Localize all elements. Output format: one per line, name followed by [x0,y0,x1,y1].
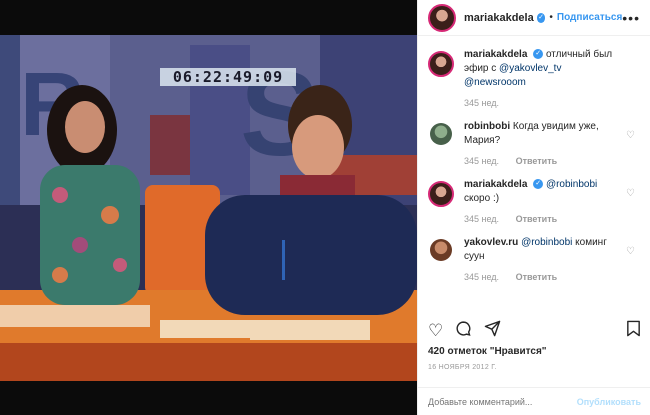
mention-link[interactable]: @robinbobi [546,179,597,190]
comment-item: yakovlev.ru @robinbobi коминг суун 345 н… [418,236,650,284]
comment-meta: 345 нед. [464,96,624,110]
verified-badge-icon: ✓ [536,12,546,23]
comment-body: yakovlev.ru @robinbobi коминг суун 345 н… [464,236,624,284]
like-comment-heart-icon[interactable]: ♡ [626,246,635,257]
reply-button[interactable]: Ответить [516,272,558,282]
commenter-username[interactable]: yakovlev.ru [464,237,518,248]
like-comment-heart-icon[interactable]: ♡ [626,130,635,141]
separator-dot: • [549,12,553,23]
add-comment-bar: Опубликовать [418,387,650,415]
verified-badge-icon: ✓ [533,179,544,190]
comments-list[interactable]: mariakakdela ✓ отличный был эфир с @yako… [418,48,650,310]
more-options-icon[interactable]: ••• [622,10,640,26]
caption-avatar[interactable] [428,51,454,77]
post-date: 16 НОЯБРЯ 2012 Г. [428,364,497,371]
photo-illustration: R ST [0,35,417,381]
comment-body: robinbobi Когда увидим уже, Мария? 345 н… [464,120,624,168]
post-header: mariakakdela ✓ • Подписаться ••• [418,0,650,36]
comment-time[interactable]: 345 нед. [464,156,499,166]
share-send-icon[interactable] [484,320,501,342]
comment-time[interactable]: 345 нед. [464,214,499,224]
mention-link[interactable]: @robinbobi [521,237,572,248]
post-actions: ♡ [418,318,650,344]
comment-time[interactable]: 345 нед. [464,98,499,108]
publish-button[interactable]: Опубликовать [577,397,641,407]
comment-input[interactable] [428,396,577,407]
author-avatar[interactable] [428,3,456,32]
reply-button[interactable]: Ответить [516,156,558,166]
comment-time[interactable]: 345 нед. [464,272,499,282]
post-side-panel: mariakakdela ✓ • Подписаться ••• mariaka… [417,0,650,415]
post-dialog: R ST [0,0,650,415]
caption: mariakakdela ✓ отличный был эфир с @yako… [418,48,650,110]
like-heart-icon[interactable]: ♡ [428,321,443,341]
comment-body: mariakakdela ✓ @robinbobi скоро :) 345 н… [464,178,624,226]
commenter-avatar[interactable] [430,239,452,261]
comment-bubble-icon[interactable] [455,320,472,342]
commenter-avatar[interactable] [430,123,452,145]
verified-badge-icon: ✓ [533,49,544,60]
likes-count[interactable]: 420 отметок "Нравится" [428,346,547,357]
comment-meta: 345 нед. Ответить [464,154,624,168]
reply-button[interactable]: Ответить [516,214,558,224]
caption-body: mariakakdela ✓ отличный был эфир с @yako… [464,48,624,110]
comment-meta: 345 нед. Ответить [464,270,624,284]
author-username[interactable]: mariakakdela [464,12,534,24]
caption-username[interactable]: mariakakdela [464,49,527,60]
mention-link[interactable]: @yakovlev_tv [499,63,561,74]
commenter-username[interactable]: mariakakdela [464,179,527,190]
post-photo[interactable]: R ST [0,35,417,381]
follow-button[interactable]: Подписаться [557,12,622,23]
comment-meta: 345 нед. Ответить [464,212,624,226]
bookmark-icon[interactable] [626,320,641,342]
on-air-clock: 06:22:49:09 [160,68,296,86]
commenter-avatar[interactable] [428,181,454,207]
comment-text: скоро :) [464,193,500,204]
commenter-username[interactable]: robinbobi [464,121,510,132]
like-comment-heart-icon[interactable]: ♡ [626,188,635,199]
comment-item: robinbobi Когда увидим уже, Мария? 345 н… [418,120,650,168]
mention-link[interactable]: @newsrooom [464,77,526,88]
comment-item: mariakakdela ✓ @robinbobi скоро :) 345 н… [418,178,650,226]
